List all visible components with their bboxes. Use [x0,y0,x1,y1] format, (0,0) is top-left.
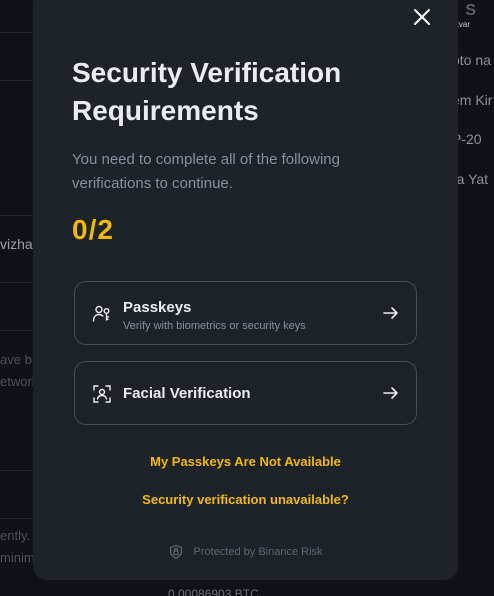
verification-progress: 0/2 [72,214,114,245]
bg-text: minim [0,550,35,565]
bg-btc-value: 0.00086903 BTC [168,587,259,596]
passkeys-label: Passkeys [123,299,192,316]
facial-verification-label: Facial Verification [123,385,251,402]
facial-verification-option[interactable]: Facial Verification [74,361,417,425]
bg-text: ave b [0,352,32,367]
users-key-icon [91,303,113,325]
bg-divider [0,282,34,283]
close-icon[interactable] [411,6,433,28]
bg-divider [0,330,34,331]
footer-text: Protected by Binance Risk [193,546,323,558]
verification-unavailable-link[interactable]: Security verification unavailable? [33,492,458,507]
bg-text: em Kir [452,92,493,108]
bg-text: ently. [0,528,31,543]
arrow-right-icon [381,303,401,323]
bg-divider [0,32,34,33]
face-scan-icon [91,383,113,405]
passkeys-option[interactable]: Passkeys Verify with biometrics or secur… [74,281,417,345]
passkeys-unavailable-link[interactable]: My Passkeys Are Not Available [33,454,458,469]
modal-title: Security Verification Requirements [72,57,342,126]
passkeys-sublabel: Verify with biometrics or security keys [123,320,306,332]
close-button[interactable] [411,6,433,28]
shield-icon [168,544,184,560]
bg-divider [0,215,34,216]
arrow-right-icon [381,383,401,403]
modal-footer: Protected by Binance Risk [33,544,458,560]
modal-description: You need to complete all of the followin… [72,151,340,192]
bg-divider [0,518,34,519]
bg-divider [0,80,34,81]
bg-divider [0,470,34,471]
